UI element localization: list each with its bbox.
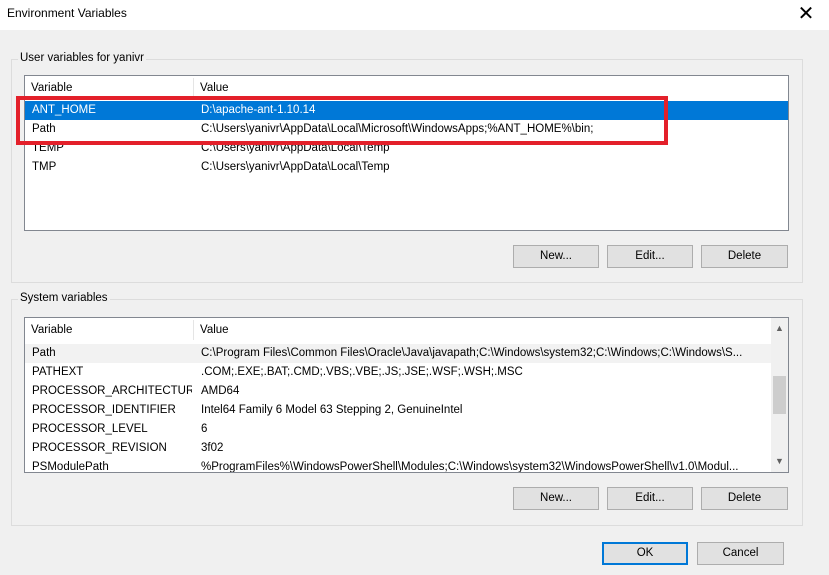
ok-button[interactable]: OK bbox=[602, 542, 688, 565]
variable-name: Path bbox=[32, 347, 56, 359]
system-list-header: Variable Value bbox=[25, 318, 788, 342]
window-title: Environment Variables bbox=[7, 6, 127, 20]
cancel-button[interactable]: Cancel bbox=[697, 542, 784, 565]
variable-value: 3f02 bbox=[201, 442, 224, 454]
variable-value: .COM;.EXE;.BAT;.CMD;.VBS;.VBE;.JS;.JSE;.… bbox=[201, 366, 523, 378]
variable-value: AMD64 bbox=[201, 385, 240, 397]
scroll-thumb[interactable] bbox=[773, 376, 786, 414]
user-edit-button[interactable]: Edit... bbox=[607, 245, 693, 268]
system-row-processor-architecture[interactable]: PROCESSOR_ARCHITECTURE AMD64 bbox=[25, 382, 771, 401]
highlight-annotation bbox=[16, 96, 668, 145]
column-header-value[interactable]: Value bbox=[194, 318, 229, 342]
variable-value: C:\Users\yanivr\AppData\Local\Temp bbox=[201, 161, 390, 173]
system-row-pathext[interactable]: PATHEXT .COM;.EXE;.BAT;.CMD;.VBS;.VBE;.J… bbox=[25, 363, 771, 382]
scroll-up-icon[interactable]: ▲ bbox=[771, 320, 788, 337]
variable-name: PROCESSOR_LEVEL bbox=[32, 423, 148, 435]
system-delete-button[interactable]: Delete bbox=[701, 487, 788, 510]
system-row-psmodulepath[interactable]: PSModulePath %ProgramFiles%\WindowsPower… bbox=[25, 458, 771, 473]
variable-name: PROCESSOR_IDENTIFIER bbox=[32, 404, 176, 416]
user-row-tmp[interactable]: TMP C:\Users\yanivr\AppData\Local\Temp bbox=[25, 158, 788, 177]
variable-name: PROCESSOR_ARCHITECTURE bbox=[32, 385, 192, 397]
system-variables-list[interactable]: Variable Value Path C:\Program Files\Com… bbox=[24, 317, 789, 473]
system-variables-label: System variables bbox=[18, 292, 110, 304]
vertical-scrollbar[interactable]: ▲ ▼ bbox=[771, 318, 788, 472]
variable-name: PROCESSOR_REVISION bbox=[32, 442, 167, 454]
close-icon[interactable]: ✕ bbox=[783, 0, 829, 30]
variable-value: Intel64 Family 6 Model 63 Stepping 2, Ge… bbox=[201, 404, 463, 416]
variable-value: 6 bbox=[201, 423, 208, 435]
system-row-processor-level[interactable]: PROCESSOR_LEVEL 6 bbox=[25, 420, 771, 439]
variable-name: PSModulePath bbox=[32, 461, 109, 473]
system-row-processor-revision[interactable]: PROCESSOR_REVISION 3f02 bbox=[25, 439, 771, 458]
user-delete-button[interactable]: Delete bbox=[701, 245, 788, 268]
variable-name: PATHEXT bbox=[32, 366, 84, 378]
variable-value: %ProgramFiles%\WindowsPowerShell\Modules… bbox=[201, 461, 739, 473]
user-variables-label: User variables for yanivr bbox=[18, 52, 146, 64]
user-new-button[interactable]: New... bbox=[513, 245, 599, 268]
system-row-processor-identifier[interactable]: PROCESSOR_IDENTIFIER Intel64 Family 6 Mo… bbox=[25, 401, 771, 420]
variable-value: C:\Program Files\Common Files\Oracle\Jav… bbox=[201, 347, 743, 359]
scroll-down-icon[interactable]: ▼ bbox=[771, 453, 788, 470]
variable-name: TMP bbox=[32, 161, 57, 173]
title-bar: Environment Variables ✕ bbox=[0, 0, 829, 30]
system-edit-button[interactable]: Edit... bbox=[607, 487, 693, 510]
system-new-button[interactable]: New... bbox=[513, 487, 599, 510]
column-header-variable[interactable]: Variable bbox=[25, 318, 193, 342]
system-row-path[interactable]: Path C:\Program Files\Common Files\Oracl… bbox=[25, 344, 771, 363]
